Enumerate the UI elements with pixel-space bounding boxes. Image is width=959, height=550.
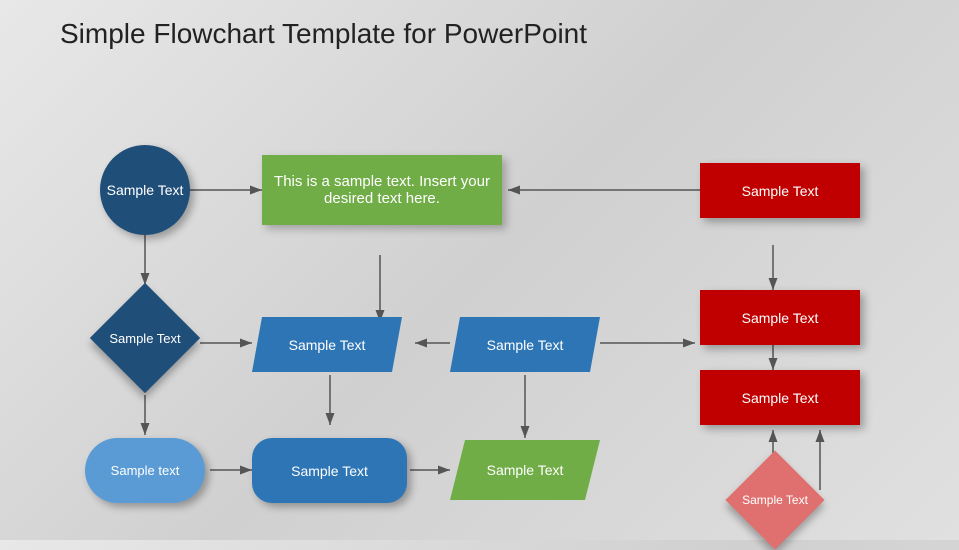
para-blue-right-shape: Sample Text (450, 317, 600, 372)
page-title: Simple Flowchart Template for PowerPoint (0, 0, 959, 60)
para-blue-left-label: Sample Text (289, 337, 366, 353)
circle-shape: Sample Text (100, 145, 190, 235)
red-rect-1-label: Sample Text (742, 183, 819, 199)
diamond-blue-shape: Sample Text (90, 288, 200, 388)
diamond-blue-label: Sample Text (109, 331, 180, 346)
green-rect-shape: This is a sample text. Insert your desir… (262, 155, 502, 225)
diamond-pink-label: Sample Text (742, 493, 808, 507)
red-rect-2-shape: Sample Text (700, 290, 860, 345)
para-blue-left-shape: Sample Text (252, 317, 402, 372)
oval-blue-label: Sample text (111, 463, 180, 478)
diamond-pink-shape: Sample Text (725, 450, 825, 550)
para-green-bottom-shape: Sample Text (450, 440, 600, 500)
red-rect-3-label: Sample Text (742, 390, 819, 406)
green-rect-label: This is a sample text. Insert your desir… (262, 173, 502, 207)
red-rect-3-shape: Sample Text (700, 370, 860, 425)
rounded-blue-shape: Sample Text (252, 438, 407, 503)
oval-blue-shape: Sample text (85, 438, 205, 503)
red-rect-2-label: Sample Text (742, 310, 819, 326)
red-rect-1-shape: Sample Text (700, 163, 860, 218)
para-green-bottom-label: Sample Text (487, 462, 564, 478)
circle-label: Sample Text (107, 182, 184, 198)
para-blue-right-label: Sample Text (487, 337, 564, 353)
rounded-blue-label: Sample Text (291, 463, 368, 479)
